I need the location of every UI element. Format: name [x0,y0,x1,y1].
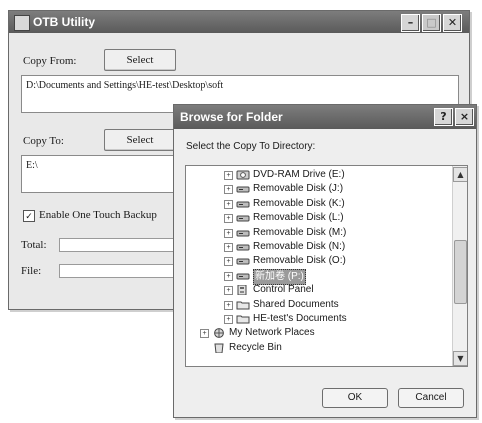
tree-expand-icon[interactable]: + [224,300,233,310]
tree-expand-icon[interactable]: + [224,185,233,195]
total-progress-bar [59,238,176,252]
removable-disk-icon [236,184,250,194]
dvd-drive-icon [236,170,250,180]
tree-item[interactable]: + Removable Disk (L:) [186,211,450,225]
tree-expand-icon[interactable]: + [200,329,209,339]
removable-disk-icon [236,228,250,238]
tree-item-label: Recycle Bin [229,341,282,353]
tree-expand-icon[interactable]: + [224,257,233,267]
removable-disk-icon [236,199,250,209]
tree-item-label: Shared Documents [253,298,339,310]
app-icon [14,15,30,31]
one-touch-label: Enable One Touch Backup [39,209,157,221]
tree-item[interactable]: + DVD-RAM Drive (E:) [186,168,450,182]
tree-item[interactable]: + Removable Disk (K:) [186,197,450,211]
dialog-close-button[interactable]: × [455,108,474,126]
otb-title-bar[interactable]: OTB Utility – □ ✕ [9,11,469,33]
tree-item-label: Removable Disk (K:) [253,197,345,209]
tree-item[interactable]: + Removable Disk (O:) [186,254,450,268]
tree-item-label: Removable Disk (J:) [253,183,344,195]
scroll-down-icon[interactable]: ▼ [453,351,467,366]
tree-item-label: Removable Disk (N:) [253,241,346,252]
scroll-up-icon[interactable]: ▲ [453,167,467,182]
tree-expand-icon[interactable]: + [224,214,233,224]
ok-button[interactable]: OK [322,388,388,408]
tree-item-label: 新加卷 (P:) [253,268,306,285]
tree-expand-icon[interactable]: + [224,171,233,180]
copy-to-path-field[interactable]: E:\ [21,155,176,193]
tree-scrollbar[interactable]: ▲ ▼ [452,166,467,366]
tree-expand-icon[interactable]: + [224,315,233,324]
dialog-title: Browse for Folder [180,110,283,124]
tree-expand-icon[interactable]: + [224,286,233,296]
copy-to-select-button[interactable]: Select [104,129,176,151]
removable-disk-icon [236,242,250,252]
tree-expand-icon[interactable]: + [224,228,233,238]
network-places-icon [212,328,226,339]
tree-item[interactable]: + Removable Disk (N:) [186,240,450,254]
tree-item[interactable]: + Shared Documents [186,298,450,312]
close-button[interactable]: ✕ [443,14,462,32]
removable-disk-icon [236,256,250,266]
dialog-title-bar[interactable]: Browse for Folder ? × [174,105,476,129]
folder-icon [236,300,250,310]
removable-disk-icon [236,271,250,281]
minimize-button[interactable]: – [401,14,420,32]
folder-tree-view[interactable]: Recycle Bin + My Network Places + HE-test's … [185,165,468,367]
recycle-bin-icon [212,343,226,353]
tree-expand-icon[interactable]: + [224,271,233,281]
removable-disk-icon [236,213,250,223]
copy-to-label: Copy To: [23,135,64,147]
tree-expand-icon[interactable]: + [224,243,233,252]
one-touch-checkbox[interactable]: ✓ [23,210,35,222]
tree-item[interactable]: + HE-test's Documents [186,312,450,326]
tree-item[interactable]: + Removable Disk (J:) [186,182,450,196]
window-title: OTB Utility [33,15,95,29]
scroll-thumb[interactable] [454,240,467,304]
cancel-button[interactable]: Cancel [398,388,464,408]
tree-item-label: Control Panel [253,284,314,296]
help-icon[interactable]: ? [434,108,453,126]
tree-item-label: HE-test's Documents [253,313,347,324]
tree-item[interactable]: + Control Panel [186,283,450,297]
tree-item-label: My Network Places [229,327,315,339]
file-progress-bar [59,264,176,278]
tree-item[interactable]: + My Network Places [186,326,450,340]
tree-item-label: Removable Disk (M:) [253,226,347,238]
maximize-button[interactable]: □ [422,14,441,32]
browse-for-folder-dialog: Browse for Folder ? × Select the Copy To… [173,104,477,418]
total-label: Total: [21,239,47,251]
folder-icon [236,314,250,324]
copy-from-select-button[interactable]: Select [104,49,176,71]
tree-expand-icon[interactable]: + [224,199,233,209]
dialog-instruction: Select the Copy To Directory: [186,141,316,152]
tree-item-label: DVD-RAM Drive (E:) [253,169,345,180]
tree-item[interactable]: Recycle Bin [186,341,450,355]
copy-from-label: Copy From: [23,55,77,67]
tree-item-label: Removable Disk (L:) [253,212,344,224]
control-panel-icon [236,285,250,296]
tree-item[interactable]: + 新加卷 (P:) [186,268,450,285]
tree-item[interactable]: + Removable Disk (M:) [186,226,450,240]
file-label: File: [21,265,42,277]
tree-item-label: Removable Disk (O:) [253,255,346,267]
